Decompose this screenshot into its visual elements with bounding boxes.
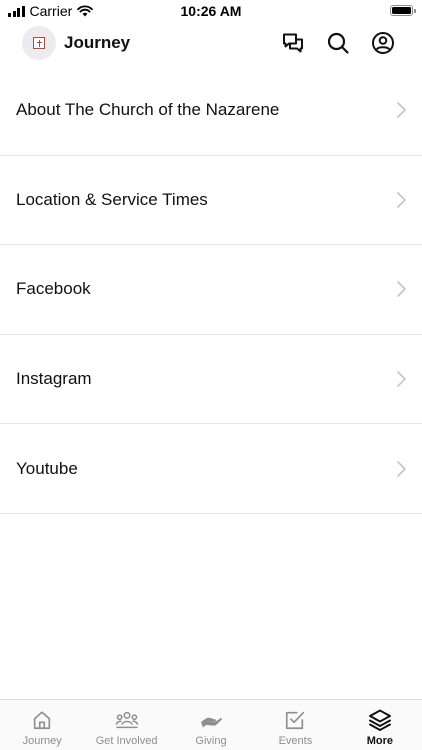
chevron-right-icon (397, 281, 406, 298)
more-menu-list: About The Church of the Nazarene Locatio… (0, 66, 422, 514)
menu-item-instagram[interactable]: Instagram (0, 335, 422, 425)
tab-get-involved[interactable]: Get Involved (84, 700, 168, 750)
menu-item-facebook[interactable]: Facebook (0, 245, 422, 335)
menu-item-label: Youtube (16, 458, 78, 478)
chevron-right-icon (397, 102, 406, 119)
app-header: Journey (0, 22, 422, 66)
tab-label: More (366, 735, 393, 747)
status-bar: Carrier 10:26 AM (0, 0, 422, 22)
tab-label: Events (278, 735, 313, 747)
tab-events[interactable]: Events (253, 700, 337, 750)
tab-journey[interactable]: Journey (0, 700, 84, 750)
menu-item-youtube[interactable]: Youtube (0, 424, 422, 514)
home-icon (30, 708, 54, 732)
search-icon[interactable] (326, 31, 350, 55)
church-logo-icon (33, 37, 45, 49)
menu-item-label: About The Church of the Nazarene (16, 100, 280, 120)
tab-label: Giving (195, 735, 227, 747)
bottom-tab-bar: Journey Get Involved Giving Events More (0, 699, 422, 750)
page-title: Journey (64, 33, 131, 52)
giving-hand-icon (199, 708, 223, 732)
chevron-right-icon (397, 371, 406, 387)
tab-label: Journey (22, 735, 62, 747)
chevron-right-icon (397, 460, 406, 477)
tab-giving[interactable]: Giving (169, 700, 253, 750)
checkbox-icon (283, 708, 307, 732)
menu-item-location[interactable]: Location & Service Times (0, 156, 422, 246)
profile-icon[interactable] (371, 31, 395, 55)
battery-icon (390, 5, 416, 16)
tab-label: Get Involved (95, 735, 158, 747)
group-icon (115, 708, 139, 732)
app-screen: Carrier 10:26 AM Journey About The Churc… (0, 0, 422, 750)
layers-icon (368, 708, 392, 732)
chevron-right-icon (397, 192, 406, 208)
status-time: 10:26 AM (180, 3, 242, 19)
menu-item-label: Facebook (16, 279, 91, 299)
chat-icon[interactable] (281, 31, 305, 55)
church-logo-avatar[interactable] (22, 26, 56, 60)
menu-item-label: Location & Service Times (16, 189, 208, 209)
menu-item-about[interactable]: About The Church of the Nazarene (0, 66, 422, 156)
tab-more[interactable]: More (338, 700, 422, 750)
menu-item-label: Instagram (16, 369, 92, 389)
